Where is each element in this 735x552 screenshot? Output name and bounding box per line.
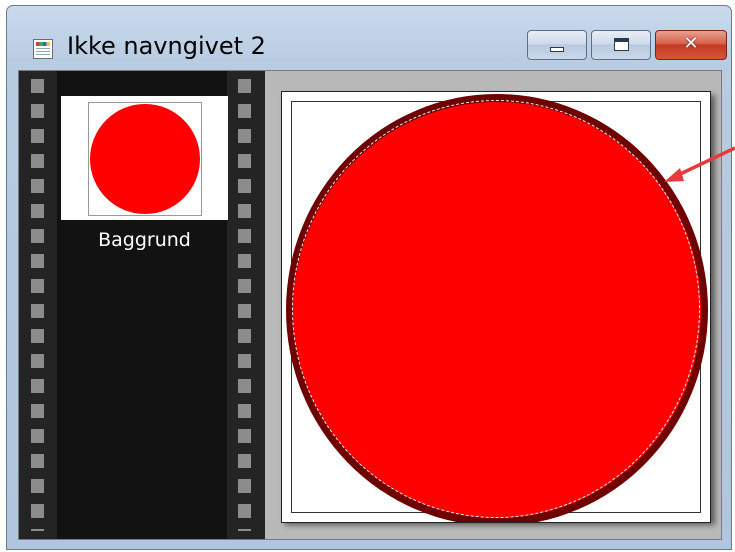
window-title: Ikke navngivet 2 bbox=[67, 32, 266, 60]
layer-filmstrip: Baggrund bbox=[19, 71, 265, 539]
image-canvas[interactable] bbox=[281, 91, 711, 523]
maximize-button[interactable] bbox=[591, 30, 651, 60]
layer-thumbnail[interactable] bbox=[61, 96, 228, 220]
thumbnail-circle bbox=[90, 104, 200, 214]
layer-label[interactable]: Baggrund bbox=[61, 229, 228, 251]
close-button[interactable]: ✕ bbox=[655, 30, 727, 60]
selection-marquee[interactable] bbox=[292, 100, 700, 518]
filmstrip-sprockets-right bbox=[238, 79, 251, 531]
minimize-icon bbox=[550, 47, 564, 52]
layer-thumbnail-frame bbox=[88, 102, 202, 216]
close-icon: ✕ bbox=[683, 33, 699, 54]
maximize-icon bbox=[614, 38, 629, 51]
document-icon bbox=[33, 39, 53, 59]
filmstrip-sprockets-left bbox=[31, 79, 44, 531]
title-bar[interactable]: Ikke navngivet 2 ✕ bbox=[7, 6, 731, 72]
minimize-button[interactable] bbox=[527, 30, 587, 60]
document-client-area: Baggrund bbox=[18, 70, 722, 540]
